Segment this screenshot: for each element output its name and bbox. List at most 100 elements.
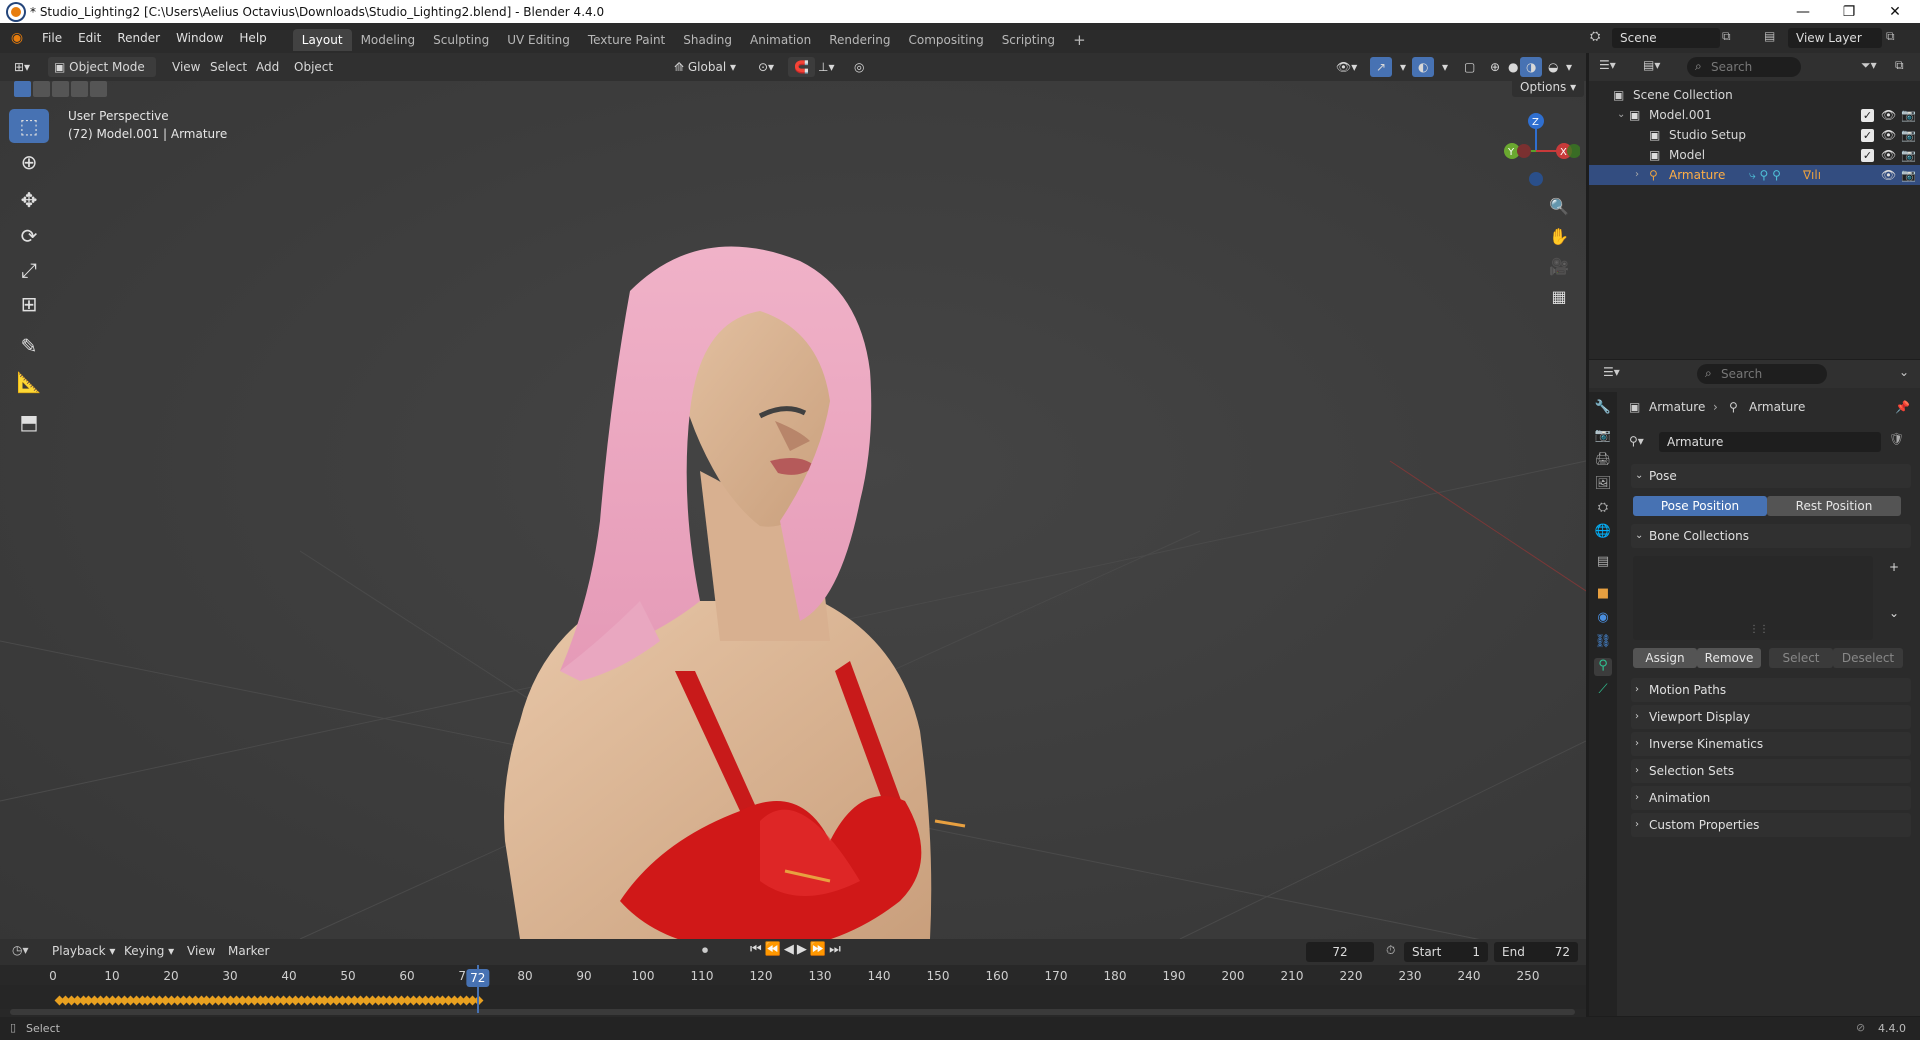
new-collection-icon[interactable]: ⧉ bbox=[1895, 58, 1904, 73]
clock-icon[interactable]: ⏱ bbox=[1386, 943, 1395, 958]
eye-icon[interactable]: 👁 bbox=[1881, 145, 1896, 165]
editor-type-icon[interactable]: ⊞▾ bbox=[8, 57, 36, 77]
eye-icon[interactable]: 👁 bbox=[1881, 105, 1896, 125]
menu-edit[interactable]: Edit bbox=[70, 23, 109, 53]
orientation-dropdown[interactable]: ⟰ Global ▾ bbox=[668, 57, 742, 77]
menu-help[interactable]: Help bbox=[231, 23, 274, 53]
camera-icon[interactable]: 📷 bbox=[1901, 105, 1916, 125]
include-checkbox[interactable]: ✓ bbox=[1861, 149, 1874, 162]
tool-tab-icon[interactable]: 🔧 bbox=[1594, 400, 1612, 418]
menu-timeline-view[interactable]: View bbox=[187, 944, 215, 958]
add-cube-tool-icon[interactable]: ⬒ bbox=[9, 405, 49, 439]
eye-icon[interactable]: 👁 bbox=[1881, 165, 1896, 185]
menu-add[interactable]: Add bbox=[250, 57, 285, 77]
minimize-button[interactable]: — bbox=[1780, 0, 1826, 23]
3d-viewport[interactable]: User Perspective (72) Model.001 | Armatu… bbox=[0, 81, 1586, 939]
view-layer-tab-icon[interactable]: 🖼 bbox=[1594, 476, 1612, 494]
add-workspace-button[interactable]: + bbox=[1064, 29, 1095, 51]
physics-tab-icon[interactable]: ◉ bbox=[1594, 610, 1612, 628]
properties-options-icon[interactable]: ⌄ bbox=[1899, 365, 1909, 379]
new-scene-icon[interactable]: ⧉ bbox=[1722, 29, 1731, 44]
collection-menu-icon[interactable]: ⌄ bbox=[1889, 606, 1899, 620]
overlays-toggle-icon[interactable]: ◐ bbox=[1412, 57, 1435, 77]
close-button[interactable]: ✕ bbox=[1872, 0, 1918, 23]
xray-icon[interactable]: ▢ bbox=[1458, 57, 1481, 77]
camera-view-icon[interactable]: 🎥 bbox=[1546, 253, 1572, 279]
bone-tab-icon[interactable]: ⟋ bbox=[1594, 682, 1612, 700]
menu-playback[interactable]: Playback ▾ bbox=[52, 944, 115, 958]
outliner-row-studio-setup[interactable]: ▣ Studio Setup ✓ 👁 📷 bbox=[1589, 125, 1920, 145]
outliner-row-model-001[interactable]: ⌄ ▣ Model.001 ✓ 👁 📷 bbox=[1589, 105, 1920, 125]
menu-marker[interactable]: Marker bbox=[228, 944, 269, 958]
remove-button[interactable]: Remove bbox=[1697, 648, 1761, 668]
pan-hand-icon[interactable]: ✋ bbox=[1546, 223, 1572, 249]
bone-collections-header[interactable]: ⌄ Bone Collections bbox=[1631, 524, 1911, 548]
navigation-gizmo[interactable]: Z X Y bbox=[1490, 107, 1580, 187]
animation-header[interactable]: › Animation bbox=[1631, 786, 1911, 810]
tab-animation[interactable]: Animation bbox=[741, 29, 820, 51]
tab-layout[interactable]: Layout bbox=[292, 29, 352, 51]
options-dropdown[interactable]: Options ▾ bbox=[1512, 81, 1585, 97]
object-tab-icon[interactable]: ■ bbox=[1594, 586, 1612, 604]
shading-material-icon[interactable]: ◑ bbox=[1520, 57, 1543, 77]
zoom-icon[interactable]: 🔍 bbox=[1546, 193, 1572, 219]
eye-icon[interactable]: 👁 bbox=[1881, 125, 1896, 145]
output-tab-icon[interactable]: 🖨 bbox=[1594, 452, 1612, 470]
select-new-icon[interactable] bbox=[14, 81, 31, 97]
armature-name-field[interactable]: Armature bbox=[1659, 432, 1881, 452]
properties-search-input[interactable]: Search bbox=[1697, 363, 1827, 384]
select-intersect-icon[interactable] bbox=[90, 81, 107, 97]
select-button[interactable]: Select bbox=[1769, 648, 1833, 668]
tab-texture-paint[interactable]: Texture Paint bbox=[579, 29, 674, 51]
include-checkbox[interactable]: ✓ bbox=[1861, 109, 1874, 122]
pivot-icon[interactable]: ⊙▾ bbox=[752, 57, 780, 77]
annotate-tool-icon[interactable]: ✎ bbox=[9, 329, 49, 363]
move-tool-icon[interactable]: ✥ bbox=[9, 183, 49, 217]
visibility-icon[interactable]: 👁▾ bbox=[1330, 57, 1363, 77]
menu-window[interactable]: Window bbox=[168, 23, 231, 53]
proportional-edit-icon[interactable]: ◎ bbox=[848, 57, 870, 77]
menu-select[interactable]: Select bbox=[204, 57, 253, 77]
world-tab-icon[interactable]: 🌐 bbox=[1594, 524, 1612, 542]
camera-icon[interactable]: 📷 bbox=[1901, 145, 1916, 165]
perspective-grid-icon[interactable]: ▦ bbox=[1546, 283, 1572, 309]
scene-icon[interactable]: ⛭ bbox=[1590, 29, 1600, 44]
collection-tab-icon[interactable]: ▤ bbox=[1594, 554, 1612, 572]
shading-dropdown-icon[interactable]: ▾ bbox=[1560, 57, 1578, 77]
tab-compositing[interactable]: Compositing bbox=[899, 29, 992, 51]
chevron-right-icon[interactable]: › bbox=[1635, 165, 1639, 185]
viewport-display-header[interactable]: › Viewport Display bbox=[1631, 705, 1911, 729]
playhead-label[interactable]: 72 bbox=[466, 969, 490, 987]
auto-key-icon[interactable]: ⏺ bbox=[702, 943, 708, 958]
outliner-row-armature[interactable]: › ⚲ Armature ⤷ ⚲ ⚲ ∇ılı 👁 📷 bbox=[1589, 165, 1920, 185]
start-frame-field[interactable]: Start 1 bbox=[1404, 942, 1488, 962]
assign-button[interactable]: Assign bbox=[1633, 648, 1697, 668]
camera-icon[interactable]: 📷 bbox=[1901, 165, 1916, 185]
tab-shading[interactable]: Shading bbox=[674, 29, 741, 51]
playback-controls[interactable]: ⏮⏪◀▶⏩⏭ bbox=[750, 942, 844, 957]
measure-tool-icon[interactable]: 📐 bbox=[9, 365, 49, 399]
menu-keying[interactable]: Keying ▾ bbox=[124, 944, 174, 958]
filter-icon[interactable]: ⏷▾ bbox=[1861, 58, 1877, 73]
outliner-editor-icon[interactable]: ☰▾ bbox=[1599, 58, 1616, 72]
timeline-scrollbar[interactable] bbox=[10, 1009, 1575, 1015]
snap-icon[interactable]: 🧲 bbox=[788, 57, 815, 77]
snap-target-icon[interactable]: ⊥▾ bbox=[812, 57, 840, 77]
rest-position-button[interactable]: Rest Position bbox=[1767, 496, 1901, 516]
gizmo-toggle-icon[interactable]: ↗ bbox=[1370, 57, 1393, 77]
display-mode-icon[interactable]: ▤▾ bbox=[1643, 58, 1660, 72]
custom-properties-header[interactable]: › Custom Properties bbox=[1631, 813, 1911, 837]
properties-editor-icon[interactable]: ☰▾ bbox=[1603, 365, 1620, 379]
add-collection-icon[interactable]: + bbox=[1889, 560, 1899, 574]
end-frame-field[interactable]: End 72 bbox=[1494, 942, 1578, 962]
outliner-row-scene-collection[interactable]: ▣ Scene Collection bbox=[1589, 85, 1920, 105]
tab-modeling[interactable]: Modeling bbox=[352, 29, 425, 51]
deselect-button[interactable]: Deselect bbox=[1833, 648, 1903, 668]
tab-rendering[interactable]: Rendering bbox=[820, 29, 899, 51]
camera-icon[interactable]: 📷 bbox=[1901, 125, 1916, 145]
menu-object[interactable]: Object bbox=[288, 57, 339, 77]
fake-user-icon[interactable]: 🛡 bbox=[1889, 432, 1904, 446]
select-subtract-icon[interactable] bbox=[52, 81, 69, 97]
constraints-tab-icon[interactable]: ⛓ bbox=[1594, 634, 1612, 652]
inverse-kinematics-header[interactable]: › Inverse Kinematics bbox=[1631, 732, 1911, 756]
